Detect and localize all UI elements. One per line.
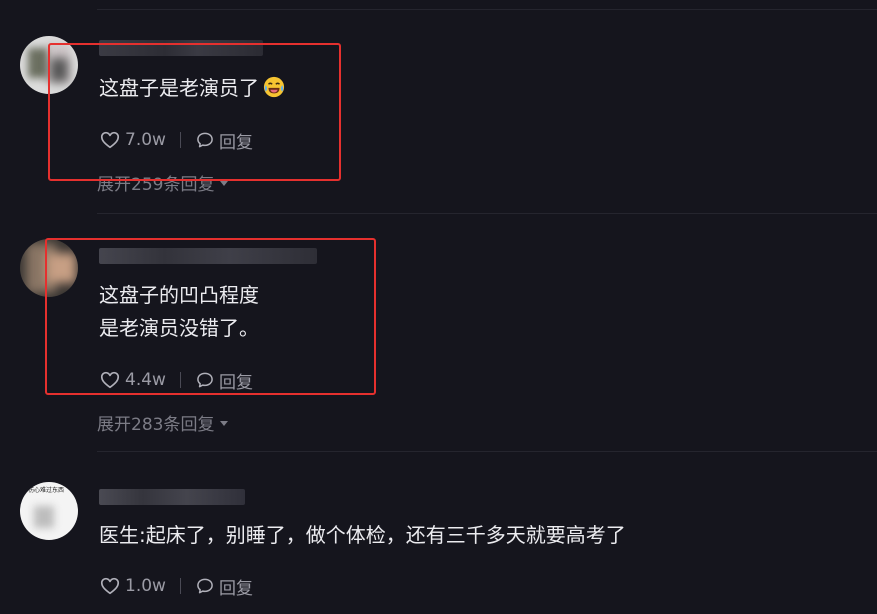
avatar-text: 伤心难过东西 — [28, 487, 65, 494]
reply-button[interactable]: 回复 — [195, 574, 253, 599]
comment-text-content: 医生:起床了，别睡了，做个体检，还有三千多天就要高考了 — [99, 523, 626, 547]
like-count: 1.0w — [125, 576, 166, 596]
heart-icon — [100, 577, 120, 595]
comment-actions: 1.0w 回复 — [99, 574, 253, 599]
avatar[interactable]: 伤心难过东西 — [20, 482, 78, 540]
like-button[interactable]: 1.0w — [99, 575, 166, 597]
action-separator — [179, 578, 181, 594]
comment-bubble-icon — [197, 578, 213, 594]
username-blurred[interactable] — [99, 489, 245, 505]
comment-item: 伤心难过东西 医生:起床了，别睡了，做个体检，还有三千多天就要高考了 1.0w … — [0, 0, 877, 614]
comment-text: 医生:起床了，别睡了，做个体检，还有三千多天就要高考了 — [99, 519, 626, 552]
reply-label: 回复 — [218, 578, 253, 599]
